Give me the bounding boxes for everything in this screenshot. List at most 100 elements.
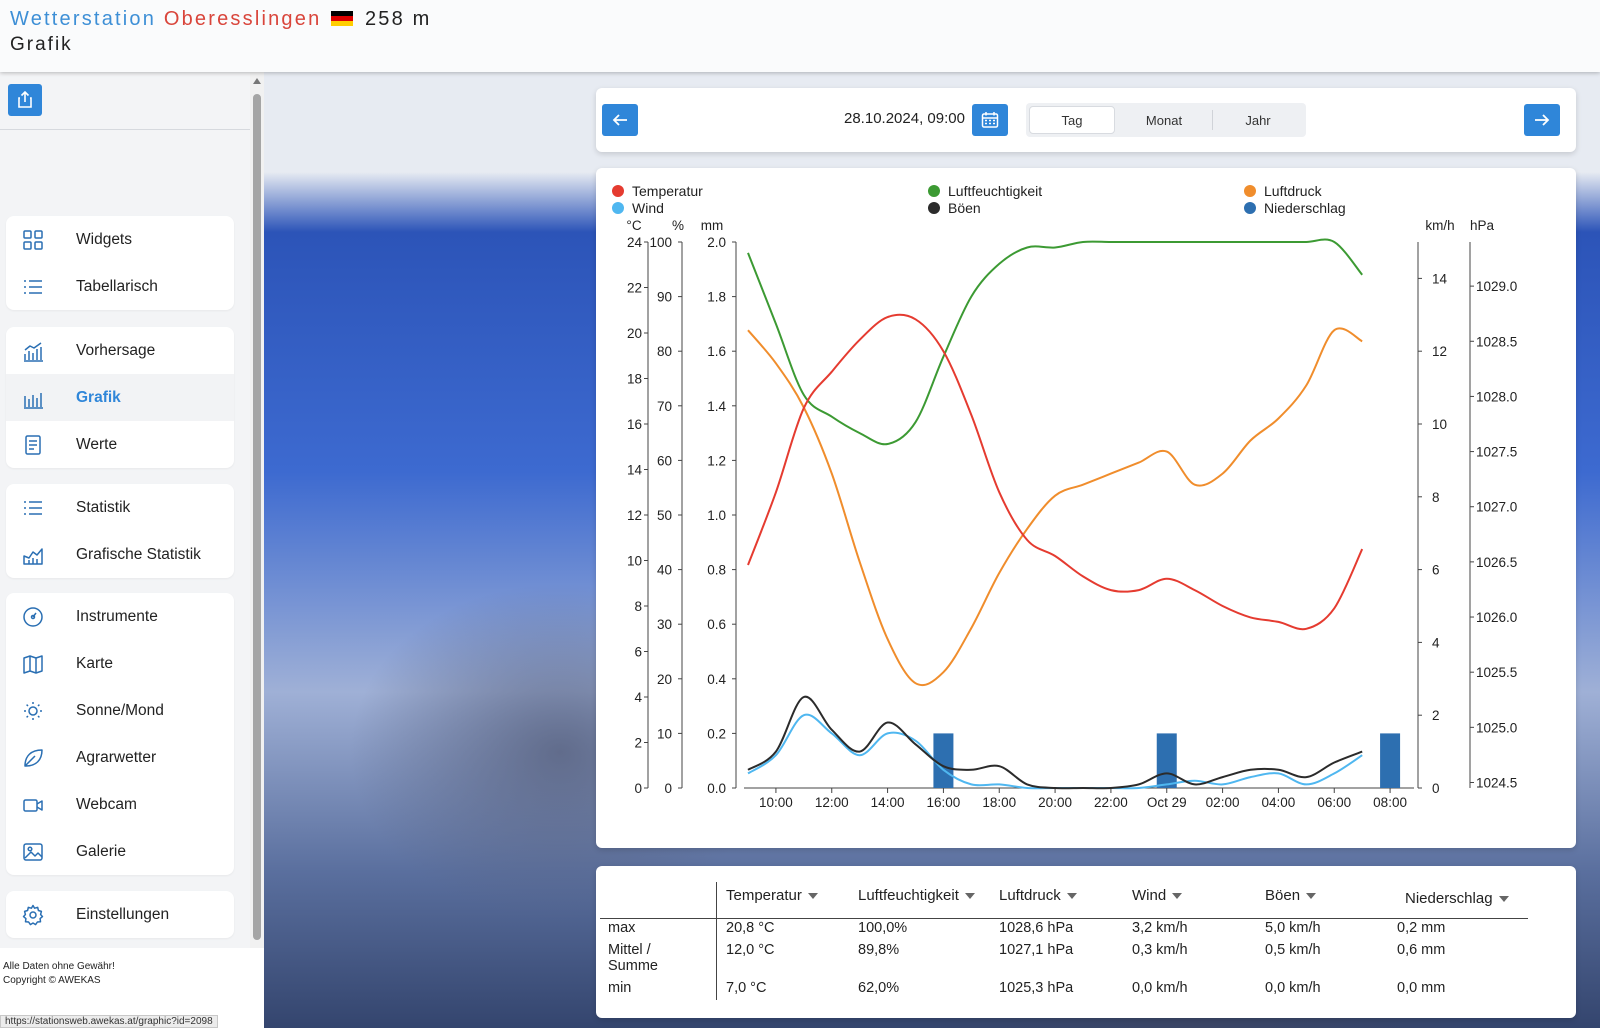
axis-tick-label-temp: 18 (627, 372, 642, 387)
sidebar-item-widgets[interactable]: Widgets (6, 216, 234, 263)
sort-caret-icon[interactable] (964, 892, 975, 899)
x-tick-label: 16:00 (927, 795, 961, 810)
series-line-wind (747, 713, 1363, 790)
leaf-icon (24, 749, 43, 767)
sidebar-item-label: Werte (76, 435, 118, 453)
table-cell: 0,0 mm (1397, 980, 1446, 996)
axis-tick-label-press: 1029.0 (1476, 279, 1517, 294)
app-header: Wetterstation Oberesslingen 258 m Grafik (0, 0, 1600, 72)
table-cell: 0,6 mm (1397, 942, 1446, 958)
table-cell: 1025,3 hPa (999, 980, 1074, 996)
sidebar-item-grafik[interactable]: Grafik (6, 374, 234, 421)
table-cell: 0,2 mm (1397, 920, 1446, 936)
axis-tick-label-hum: 10 (657, 726, 672, 741)
sidebar-item-label: Karte (76, 654, 114, 672)
date-controls: 28.10.2024, 09:00 Tag Monat Jahr (596, 88, 1576, 152)
sort-caret-icon[interactable] (1066, 892, 1077, 899)
table-cell: 5,0 km/h (1265, 920, 1321, 936)
sidebar-item-grafische-statistik[interactable]: Grafische Statistik (6, 531, 234, 578)
share-button[interactable] (8, 84, 42, 116)
axis-tick-label-rain: 2.0 (707, 235, 726, 250)
sidebar-item-einstellungen[interactable]: Einstellungen (6, 891, 234, 938)
germany-flag-icon (331, 11, 354, 26)
disclaimer: Alle Daten ohne Gewähr! (3, 961, 115, 972)
sidebar-item-werte[interactable]: Werte (6, 421, 234, 468)
previous-button[interactable] (602, 104, 638, 136)
axis-tick-label-hum: 70 (657, 399, 672, 414)
sort-caret-icon[interactable] (807, 892, 818, 899)
sidebar-item-label: Vorhersage (76, 341, 156, 359)
chart-plot: °C024681012141618202224%0102030405060708… (626, 218, 1517, 810)
period-monat[interactable]: Monat (1118, 106, 1210, 134)
column-header-böen[interactable]: Böen (1265, 887, 1317, 904)
column-header-luftdruck[interactable]: Luftdruck (999, 887, 1077, 904)
sidebar-item-galerie[interactable]: Galerie (6, 828, 234, 875)
axis-tick-label-temp: 14 (627, 463, 643, 478)
column-header-luftfeuchtigkeit[interactable]: Luftfeuchtigkeit (858, 887, 975, 904)
table-cell: 7,0 °C (726, 980, 767, 996)
table-divider (716, 882, 717, 1000)
video-camera-icon (23, 799, 43, 812)
sort-caret-icon[interactable] (1498, 895, 1509, 902)
axis-tick-label-wind: 14 (1432, 271, 1448, 286)
axis-tick-label-hum: 40 (657, 563, 672, 578)
scrollbar-thumb[interactable] (253, 94, 261, 940)
axis-tick-label-temp: 6 (634, 645, 642, 660)
axis-tick-label-wind: 12 (1432, 344, 1447, 359)
calendar-button[interactable] (972, 104, 1008, 136)
x-tick-label: Oct 29 (1147, 795, 1187, 810)
x-tick-label: 06:00 (1317, 795, 1351, 810)
x-tick-label: 12:00 (815, 795, 849, 810)
column-header-wind[interactable]: Wind (1132, 887, 1183, 904)
period-jahr[interactable]: Jahr (1214, 106, 1302, 134)
altitude: 258 m (364, 8, 432, 30)
sidebar-item-karte[interactable]: Karte (6, 640, 234, 687)
column-header-niederschlag[interactable]: Niederschlag (1405, 890, 1509, 907)
gallery-icon (23, 843, 43, 861)
sidebar-item-tabellarisch[interactable]: Tabellarisch (6, 263, 234, 310)
sort-caret-icon[interactable] (1172, 892, 1183, 899)
axis-tick-label-temp: 2 (634, 736, 642, 751)
axis-tick-label-hum: 80 (657, 344, 672, 359)
axis-tick-label-wind: 2 (1432, 708, 1440, 723)
sidebar-item-instrumente[interactable]: Instrumente (6, 593, 234, 640)
axis-tick-label-hum: 0 (664, 781, 672, 796)
period-tag[interactable]: Tag (1029, 106, 1115, 134)
sidebar-item-agrarwetter[interactable]: Agrarwetter (6, 734, 234, 781)
list-icon (24, 501, 42, 515)
x-tick-label: 04:00 (1262, 795, 1296, 810)
row-label: Mittel / Summe (608, 942, 658, 974)
axis-tick-label-temp: 8 (634, 599, 642, 614)
axis-tick-label-temp: 0 (634, 781, 642, 796)
axis-tick-label-rain: 1.6 (707, 344, 726, 359)
axis-tick-label-rain: 1.2 (707, 453, 726, 468)
next-button[interactable] (1524, 104, 1560, 136)
period-divider (1212, 110, 1213, 130)
axis-unit-wind: km/h (1425, 218, 1454, 233)
table-cell: 100,0% (858, 920, 908, 936)
gear-icon (22, 904, 44, 926)
sort-caret-icon[interactable] (1306, 892, 1317, 899)
sidebar-scrollbar[interactable] (250, 72, 264, 948)
table-cell: 3,2 km/h (1132, 920, 1188, 936)
axis-tick-label-wind: 10 (1432, 417, 1447, 432)
sidebar-top (0, 72, 263, 130)
series-line-boeen (747, 695, 1363, 790)
axis-tick-label-rain: 0.6 (707, 617, 726, 632)
sidebar-item-statistik[interactable]: Statistik (6, 484, 234, 531)
sidebar-item-webcam[interactable]: Webcam (6, 781, 234, 828)
axis-tick-label-rain: 1.0 (707, 508, 726, 523)
scroll-up-icon[interactable] (253, 78, 261, 84)
axis-tick-label-press: 1027.5 (1476, 445, 1517, 460)
x-tick-label: 10:00 (759, 795, 793, 810)
axis-tick-label-press: 1028.5 (1476, 334, 1517, 349)
sidebar-item-sonne-mond[interactable]: Sonne/Mond (6, 687, 234, 734)
table-cell: 0,0 km/h (1132, 980, 1188, 996)
table-cell: 1028,6 hPa (999, 920, 1074, 936)
column-header-temperatur[interactable]: Temperatur (726, 887, 818, 904)
sidebar-item-label: Widgets (76, 230, 132, 248)
x-tick-label: 18:00 (982, 795, 1016, 810)
bar-line-chart-icon (24, 342, 43, 362)
sidebar-item-vorhersage[interactable]: Vorhersage (6, 327, 234, 374)
axis-unit-hum: % (672, 218, 684, 233)
